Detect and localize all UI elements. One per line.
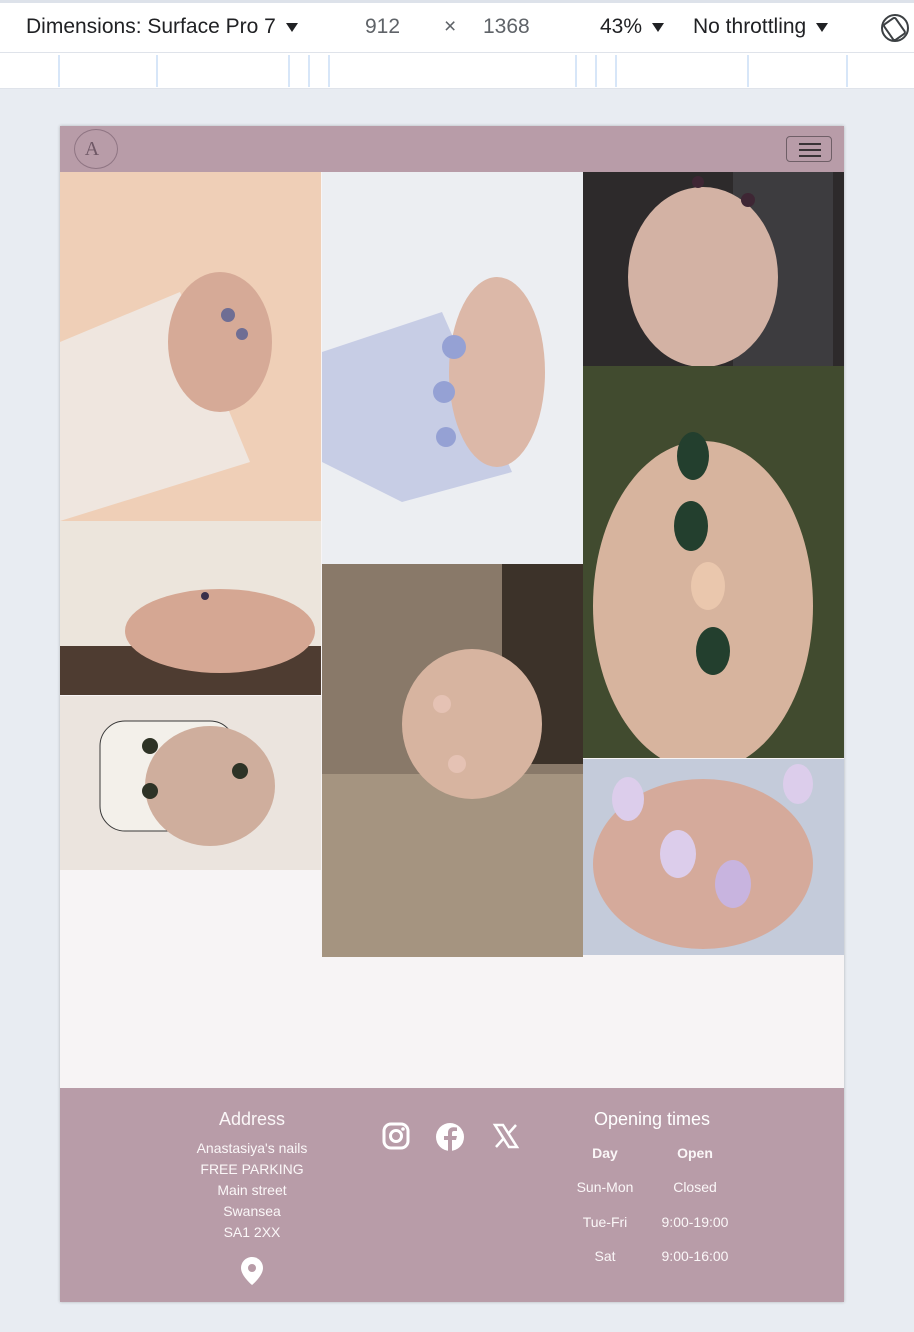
- gallery-image-lavender-nails: [322, 172, 583, 564]
- width-input[interactable]: 912: [365, 15, 400, 39]
- gallery-image-dark-nails-mug: [60, 696, 321, 870]
- hours-time: 9:00-16:00: [661, 1248, 729, 1264]
- map-pin-icon[interactable]: [241, 1257, 263, 1285]
- dimensions-dropdown[interactable]: Dimensions: Surface Pro 7: [26, 15, 298, 39]
- throttling-dropdown[interactable]: No throttling: [693, 15, 829, 39]
- x-twitter-icon[interactable]: [492, 1122, 520, 1150]
- throttling-label: No throttling: [693, 15, 807, 38]
- menu-toggle-button[interactable]: [786, 136, 832, 162]
- navbar: A: [60, 126, 844, 172]
- address-line: Anastasiya's nails: [196, 1140, 308, 1156]
- times-symbol: ×: [444, 15, 457, 38]
- gallery-image-dark-nails-phone: [583, 172, 844, 366]
- gallery-image-pink-manicure: [60, 172, 321, 521]
- hours-time: 9:00-19:00: [661, 1214, 729, 1230]
- chevron-down-icon: [285, 22, 298, 32]
- address-line: Swansea: [223, 1203, 281, 1219]
- footer: Address Anastasiya's nails FREE PARKING …: [60, 1088, 844, 1302]
- address-line: FREE PARKING: [200, 1161, 304, 1177]
- devtools-toolbar: Dimensions: Surface Pro 7 912 × 1368 43%…: [0, 0, 914, 52]
- hours-time: Closed: [673, 1179, 717, 1195]
- gallery-image-green-nails: [583, 366, 844, 758]
- zoom-dropdown[interactable]: 43%: [600, 15, 665, 39]
- instagram-icon[interactable]: [382, 1122, 410, 1150]
- zoom-label: 43%: [600, 15, 643, 38]
- opening-times-title: Opening times: [593, 1109, 711, 1129]
- logo[interactable]: A: [74, 129, 118, 169]
- dimensions-label: Dimensions: Surface Pro 7: [26, 15, 276, 38]
- gallery-image-marble-nails: [583, 759, 844, 955]
- gallery-image-dotted-nails: [322, 564, 583, 957]
- address-line: Main street: [217, 1182, 287, 1198]
- hours-day: Tue-Fri: [582, 1214, 628, 1230]
- hours-day: Sun-Mon: [576, 1179, 634, 1195]
- address-line: SA1 2XX: [223, 1224, 281, 1240]
- chevron-down-icon: [652, 22, 665, 32]
- logo-letter: A: [84, 138, 100, 160]
- media-query-ruler: [0, 52, 914, 89]
- facebook-icon[interactable]: [435, 1122, 465, 1152]
- chevron-down-icon: [816, 22, 829, 32]
- address-title: Address: [218, 1109, 286, 1129]
- website-page: A Address Anastasiya's nails FREE PARKIN…: [60, 126, 844, 1302]
- gallery-image-nude-hands: [60, 521, 321, 695]
- address-column: Address Anastasiya's nails FREE PARKING …: [172, 1108, 332, 1290]
- hamburger-icon: [799, 143, 821, 145]
- hours-header-day: Day: [592, 1145, 618, 1161]
- hours-day: Sat: [594, 1248, 616, 1264]
- hours-header-open: Open: [677, 1145, 713, 1161]
- rotate-icon[interactable]: [878, 11, 912, 45]
- height-input[interactable]: 1368: [483, 15, 530, 39]
